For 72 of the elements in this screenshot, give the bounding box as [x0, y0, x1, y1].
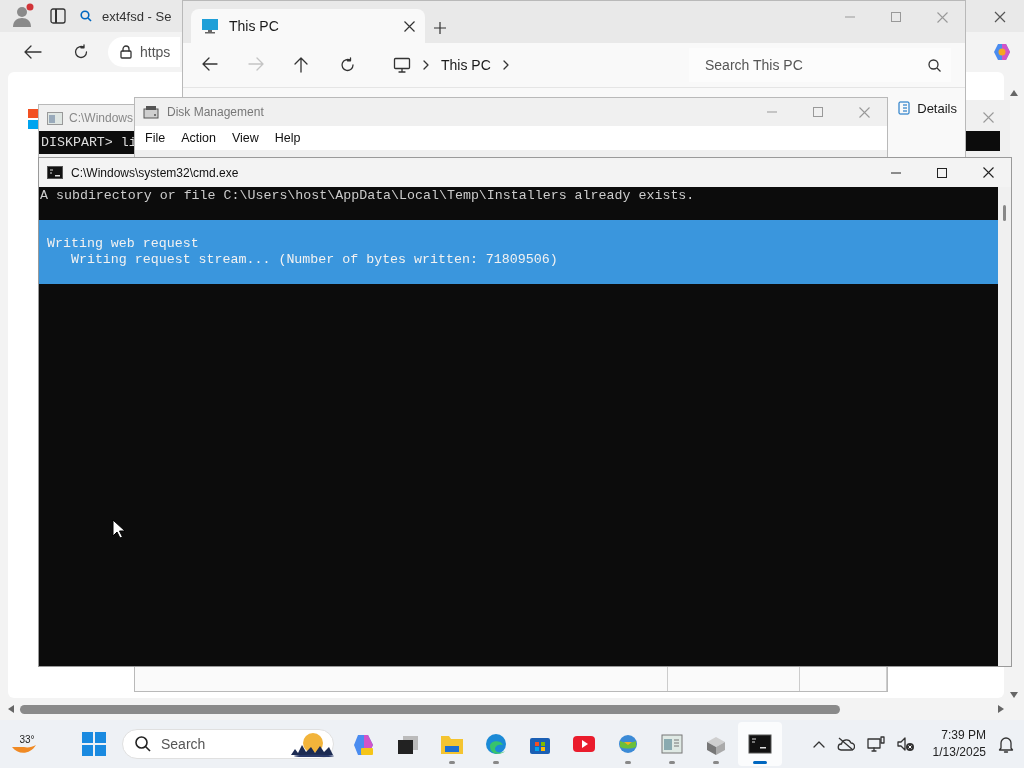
progress-heading: Writing web request [47, 236, 200, 252]
close-icon [936, 11, 948, 23]
temperature-text: 33° [19, 733, 35, 745]
plus-icon [434, 22, 446, 34]
back-arrow-icon [24, 45, 42, 59]
window-title: Disk Management [167, 105, 264, 119]
mouse-cursor-icon [112, 519, 125, 539]
arrow-up-icon [294, 57, 310, 73]
chevron-icon [502, 60, 509, 70]
lock-icon [120, 45, 132, 59]
copilot-icon[interactable] [992, 42, 1012, 62]
console-text: A subdirectory or file C:\Users\host\AppData\Local\Temp\Installers already exists. [39, 188, 696, 204]
windows-logo-icon [28, 109, 38, 129]
search-icon [80, 10, 92, 22]
monitor-icon [393, 57, 411, 73]
window-title: C:\Windows\system32\cmd.exe [71, 165, 239, 180]
chevron-icon [423, 60, 429, 70]
console-icon [47, 166, 63, 179]
vertical-scrollbar[interactable] [1008, 90, 1020, 698]
search-icon [135, 736, 151, 752]
horizontal-scrollbar[interactable] [8, 702, 1004, 716]
close-icon[interactable] [404, 20, 415, 32]
volume-muted-icon[interactable] [896, 736, 915, 752]
search-icon [928, 58, 941, 72]
menu-item[interactable]: Action [181, 131, 216, 145]
arrow-left-icon [202, 57, 218, 73]
address-bar[interactable]: https [108, 37, 180, 67]
windows-logo-icon [82, 732, 106, 756]
window-title: C:\Windows [69, 111, 133, 125]
scroll-up-icon[interactable] [1010, 90, 1018, 96]
maximize-icon [813, 107, 823, 117]
arrow-right-icon [248, 57, 264, 73]
search-bar[interactable]: Search [122, 729, 334, 759]
close-icon [858, 106, 870, 118]
close-icon [982, 167, 994, 178]
scroll-down-icon[interactable] [1010, 692, 1018, 698]
terminal-icon [748, 732, 772, 756]
menu-item[interactable]: File [145, 131, 166, 145]
search-input[interactable]: Search [159, 735, 283, 753]
disk-drive-icon [143, 105, 159, 119]
network-icon[interactable] [866, 736, 885, 752]
scroll-left-icon[interactable] [8, 705, 14, 713]
maximize-icon [891, 12, 901, 22]
clock[interactable]: 7:39 PM 1/13/2025 [932, 727, 986, 761]
maximize-icon [937, 167, 947, 178]
scrollbar[interactable] [998, 187, 1011, 666]
console-icon [47, 111, 63, 125]
search-input[interactable]: Search This PC [703, 56, 928, 74]
copilot-icon [352, 732, 376, 756]
details-button[interactable]: Details [896, 98, 959, 118]
menu-item[interactable]: Help [274, 131, 301, 145]
refresh-icon [73, 44, 89, 60]
breadcrumb-item[interactable]: This PC [441, 57, 491, 73]
progress-detail: Writing request stream... (Number of bytes written: 71809506) [69, 252, 559, 268]
window-panel-icon [660, 732, 684, 756]
scroll-right-icon[interactable] [998, 705, 1004, 713]
explorer-tab[interactable]: This PC [191, 9, 425, 43]
profile-avatar-icon[interactable] [10, 3, 36, 29]
console-strip [966, 131, 1000, 151]
chevron-up-icon[interactable] [812, 740, 825, 748]
cloud-off-icon[interactable] [836, 737, 855, 751]
refresh-icon [340, 57, 356, 73]
edge-browser-icon [484, 732, 508, 756]
globe-icon [616, 732, 640, 756]
monitor-icon [201, 18, 219, 34]
document-icon [898, 101, 911, 115]
menu-item[interactable]: View [231, 131, 259, 145]
tab-actions-icon[interactable] [50, 8, 66, 24]
close-icon [994, 11, 1006, 23]
taskbar-app-button[interactable] [738, 722, 782, 766]
browser-tab[interactable]: ext4fsd - Se [80, 8, 172, 24]
notification-bell-icon[interactable] [998, 735, 1014, 753]
